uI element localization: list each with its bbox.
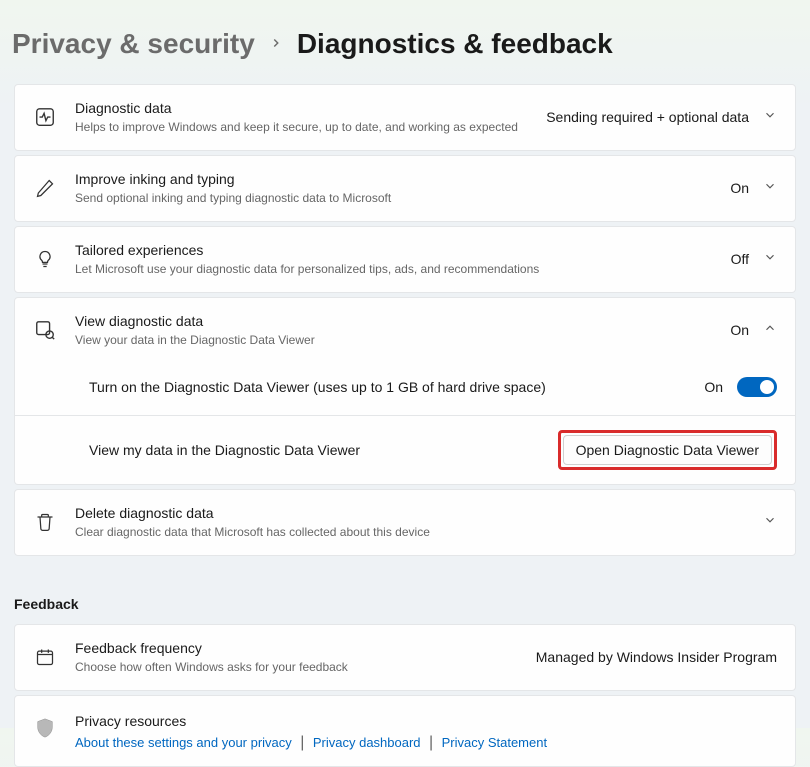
diagnostic-data-row[interactable]: Diagnostic data Helps to improve Windows… bbox=[14, 84, 796, 151]
view-diagnostic-row[interactable]: View diagnostic data View your data in t… bbox=[14, 297, 796, 364]
card-value: Managed by Windows Insider Program bbox=[536, 649, 777, 665]
card-title: Privacy resources bbox=[75, 712, 777, 730]
delete-diagnostic-row[interactable]: Delete diagnostic data Clear diagnostic … bbox=[14, 489, 796, 556]
card-desc: Send optional inking and typing diagnost… bbox=[75, 190, 730, 207]
chevron-down-icon bbox=[763, 250, 777, 269]
privacy-resources-row: Privacy resources About these settings a… bbox=[14, 695, 796, 767]
chevron-right-icon bbox=[269, 33, 283, 56]
viewer-toggle[interactable] bbox=[737, 377, 777, 397]
breadcrumb-current: Diagnostics & feedback bbox=[297, 28, 613, 60]
privacy-statement-link[interactable]: Privacy Statement bbox=[442, 735, 548, 750]
toggle-label: On bbox=[704, 379, 723, 395]
card-value: On bbox=[730, 180, 749, 196]
chevron-down-icon bbox=[763, 108, 777, 127]
heartbeat-icon bbox=[33, 105, 57, 129]
card-title: Feedback frequency bbox=[75, 639, 536, 657]
toggle-knob bbox=[760, 380, 774, 394]
card-desc: Let Microsoft use your diagnostic data f… bbox=[75, 261, 731, 278]
inking-row[interactable]: Improve inking and typing Send optional … bbox=[14, 155, 796, 222]
card-value: Off bbox=[731, 251, 749, 267]
chevron-down-icon bbox=[763, 179, 777, 198]
tailored-row[interactable]: Tailored experiences Let Microsoft use y… bbox=[14, 226, 796, 293]
chevron-up-icon bbox=[763, 321, 777, 340]
open-diagnostic-viewer-button[interactable]: Open Diagnostic Data Viewer bbox=[563, 435, 772, 465]
card-title: Diagnostic data bbox=[75, 99, 546, 117]
trash-icon bbox=[33, 510, 57, 534]
card-title: Turn on the Diagnostic Data Viewer (uses… bbox=[89, 378, 704, 396]
feedback-frequency-row[interactable]: Feedback frequency Choose how often Wind… bbox=[14, 624, 796, 691]
calendar-icon bbox=[33, 645, 57, 669]
card-title: View diagnostic data bbox=[75, 312, 730, 330]
card-desc: Choose how often Windows asks for your f… bbox=[75, 659, 536, 676]
card-value: On bbox=[730, 322, 749, 338]
about-settings-link[interactable]: About these settings and your privacy bbox=[75, 735, 292, 750]
pen-icon bbox=[33, 176, 57, 200]
highlight-annotation: Open Diagnostic Data Viewer bbox=[558, 430, 777, 470]
card-title: Tailored experiences bbox=[75, 241, 731, 259]
privacy-dashboard-link[interactable]: Privacy dashboard bbox=[313, 735, 421, 750]
card-desc: Clear diagnostic data that Microsoft has… bbox=[75, 524, 763, 541]
card-title: Improve inking and typing bbox=[75, 170, 730, 188]
lightbulb-icon bbox=[33, 247, 57, 271]
card-desc: View your data in the Diagnostic Data Vi… bbox=[75, 332, 730, 349]
breadcrumb: Privacy & security Diagnostics & feedbac… bbox=[0, 0, 810, 84]
chevron-down-icon bbox=[763, 513, 777, 532]
view-my-data-row: View my data in the Diagnostic Data View… bbox=[14, 416, 796, 485]
card-title: View my data in the Diagnostic Data View… bbox=[89, 441, 558, 459]
feedback-section-header: Feedback bbox=[0, 560, 810, 624]
card-value: Sending required + optional data bbox=[546, 109, 749, 125]
breadcrumb-parent[interactable]: Privacy & security bbox=[12, 28, 255, 60]
card-title: Delete diagnostic data bbox=[75, 504, 763, 522]
card-desc: Helps to improve Windows and keep it sec… bbox=[75, 119, 546, 136]
data-view-icon bbox=[33, 318, 57, 342]
turn-on-viewer-row: Turn on the Diagnostic Data Viewer (uses… bbox=[14, 360, 796, 416]
